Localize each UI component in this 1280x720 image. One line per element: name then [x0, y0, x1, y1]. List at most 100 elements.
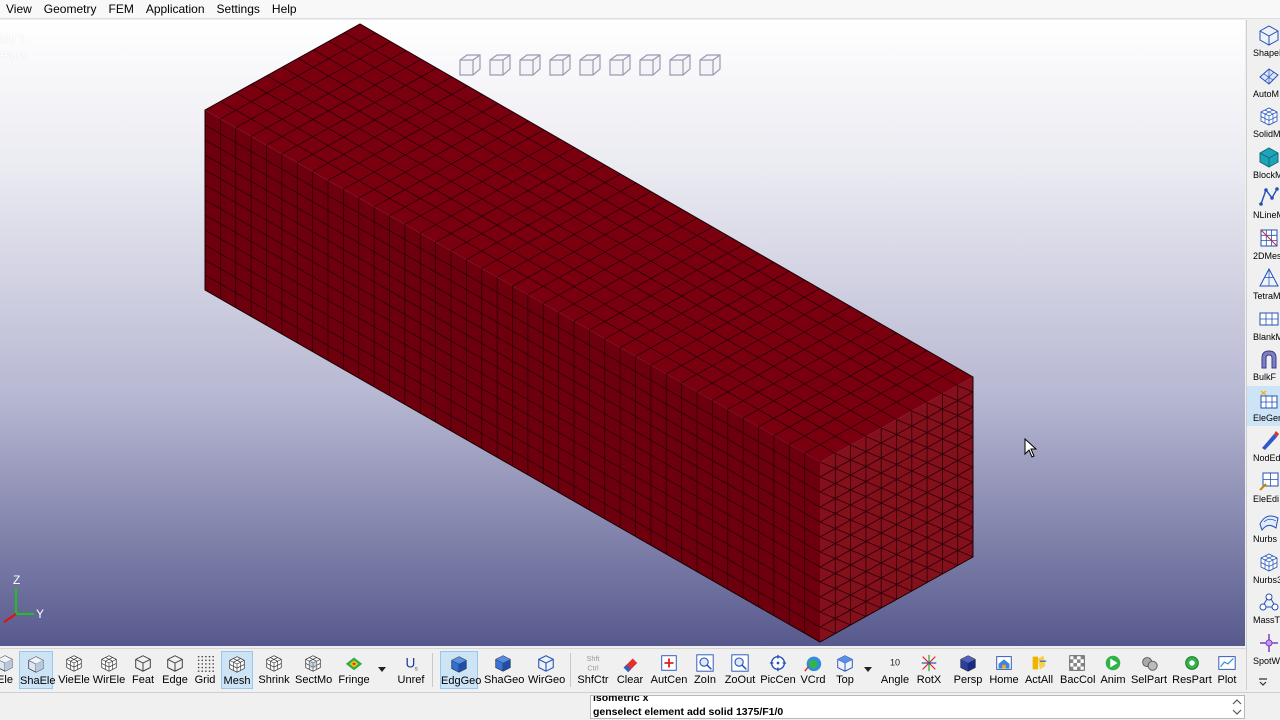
toolbar-button-respart[interactable]: ResPart [1172, 651, 1212, 689]
menu-settings[interactable]: Settings [211, 0, 266, 19]
palette-item-nlinem[interactable]: NLineM [1247, 183, 1280, 223]
toolbar-button-fringe[interactable]: Fringe [336, 651, 372, 689]
nline-mesher-icon [1259, 187, 1279, 206]
palette-item-nurbs[interactable]: Nurbs [1247, 507, 1280, 547]
toolbar-button-vcrd[interactable]: VCrd [798, 651, 828, 689]
toolbar-button-label: VieEle [58, 674, 90, 686]
view-cube-icon[interactable] [547, 52, 573, 78]
view-cube-icon[interactable] [637, 52, 663, 78]
toolbar-button-label: Grid [194, 674, 216, 686]
view-cube-icon[interactable] [577, 52, 603, 78]
top-view-icon [837, 655, 853, 672]
palette-more-icon[interactable] [1257, 676, 1269, 688]
palette-item-label: ShapeM [1253, 48, 1280, 58]
view-cube-icon[interactable] [457, 52, 483, 78]
palette-item-elegen[interactable]: EleGen [1247, 385, 1280, 426]
view-cube-icon[interactable] [607, 52, 633, 78]
palette-item-tetram[interactable]: TetraM [1247, 264, 1280, 304]
graphics-viewport[interactable]: bly 1 Parts Z Y [0, 20, 1245, 646]
palette-item-label: NodEd [1253, 453, 1280, 463]
toolbar-button-wirele[interactable]: WirEle [92, 651, 126, 689]
perspective-icon [960, 655, 976, 672]
command-history[interactable]: isometric x genselect element add solid … [590, 695, 1245, 719]
palette-item-spotw[interactable]: SpotW [1247, 629, 1280, 669]
toolbar-button-wirgeo[interactable]: WirGeo [528, 651, 565, 689]
view-cube-bar [457, 52, 723, 78]
2d-mesher-icon [1260, 229, 1278, 246]
menu-geometry[interactable]: Geometry [38, 0, 103, 19]
toolbar-button-home[interactable]: Home [989, 651, 1019, 689]
background-color-icon [1069, 655, 1085, 671]
toolbar-button-label: VCrd [800, 674, 826, 686]
toolbar-button-selpart[interactable]: SelPart [1130, 651, 1168, 689]
toolbar-button-grid[interactable]: Grid [192, 651, 218, 689]
toolbar-button-persp[interactable]: Persp [953, 651, 983, 689]
shrink-icon [266, 655, 282, 672]
palette-item-masstr[interactable]: MassTr [1247, 588, 1280, 628]
palette-item-nurbs3[interactable]: Nurbs3 [1247, 548, 1280, 588]
toolbar-button-plot[interactable]: Plot [1212, 651, 1242, 689]
toolbar-button-shaele[interactable]: ShaEle [19, 651, 55, 689]
toolbar-button-zoout[interactable]: ZoOut [723, 651, 757, 689]
view-cube-icon[interactable] [487, 52, 513, 78]
toolbar-button-label: SectMo [295, 674, 333, 686]
toolbar-button-label: ShfCtr [577, 674, 609, 686]
shaded-geometry-icon [495, 655, 511, 672]
toolbar-button-shrink[interactable]: Shrink [257, 651, 291, 689]
toolbar-button-top[interactable]: Top [832, 651, 858, 689]
palette-item-shapem[interactable]: ShapeM [1247, 21, 1280, 61]
palette-item-eleedi[interactable]: EleEdi [1247, 467, 1280, 507]
toolbar-button-label: Ele [0, 674, 13, 686]
mesh-model[interactable] [0, 20, 1245, 646]
view-cube-icon[interactable] [517, 52, 543, 78]
palette-item-bulkf[interactable]: BulkF [1247, 345, 1280, 385]
view-cube-icon[interactable] [667, 52, 693, 78]
home-icon [996, 656, 1012, 670]
toolbar-button-label: BacCol [1060, 674, 1096, 686]
element-icon [0, 655, 13, 672]
nurbs-icon [1259, 515, 1279, 532]
toolbar-button-baccol[interactable]: BacCol [1060, 651, 1096, 689]
palette-item-blockm[interactable]: BlockM [1247, 143, 1280, 183]
toolbar-button-vieele[interactable]: VieEle [57, 651, 91, 689]
toolbar-button-clear[interactable]: Clear [615, 651, 645, 689]
palette-item-autom[interactable]: AutoM [1247, 62, 1280, 102]
fringe-dropdown-icon[interactable] [376, 663, 388, 675]
palette-item-solidm[interactable]: SolidM [1247, 102, 1280, 142]
toolbar-button-anim[interactable]: Anim [1098, 651, 1128, 689]
toolbar-button-zoin[interactable]: ZoIn [690, 651, 720, 689]
blank-mesher-icon [1259, 312, 1279, 325]
toolbar-button-actall[interactable]: ActAll [1024, 651, 1054, 689]
toolbar-button-unref[interactable]: Us Unref [396, 651, 426, 689]
toolbar-button-edggeo[interactable]: EdgGeo [440, 651, 481, 689]
toolbar-button-label: ZoOut [724, 674, 756, 686]
toolbar-button-mesh[interactable]: Mesh [221, 651, 253, 689]
toolbar-button-label: Anim [1100, 674, 1126, 686]
view-dropdown-icon[interactable] [862, 663, 874, 675]
toolbar-button-ele[interactable]: Ele [0, 651, 16, 689]
toolbar-button-angle[interactable]: 10 Angle [880, 651, 910, 689]
toolbar-button-piccen[interactable]: PicCen [760, 651, 796, 689]
view-cube-icon[interactable] [697, 52, 723, 78]
command-scroll-icon[interactable] [1229, 695, 1245, 719]
menu-view[interactable]: View [0, 0, 38, 19]
palette-item-label: EleEdi [1253, 493, 1280, 504]
toolbar-button-shfctr[interactable]: Shft Ctrl ShfCtr [576, 651, 610, 689]
toolbar-button-autcen[interactable]: AutCen [650, 651, 688, 689]
toolbar-button-rotx[interactable]: RotX [913, 651, 945, 689]
toolbar-button-shageo[interactable]: ShaGeo [484, 651, 524, 689]
menu-fem[interactable]: FEM [102, 0, 139, 19]
palette-item-blankm[interactable]: BlankM [1247, 305, 1280, 345]
svg-text:Ctrl: Ctrl [587, 663, 599, 672]
palette-item-noded[interactable]: NodEd [1247, 426, 1280, 466]
toolbar-button-edge[interactable]: Edge [160, 651, 190, 689]
menu-application[interactable]: Application [140, 0, 211, 19]
fringe-icon [345, 657, 363, 671]
palette-item-2dmes[interactable]: 2DMes [1247, 224, 1280, 264]
toolbar-button-sectmo[interactable]: SectMo [295, 651, 333, 689]
view-coordinates-icon [804, 656, 822, 672]
svg-text:s: s [415, 665, 418, 672]
edge-geometry-icon [451, 656, 467, 673]
menu-help[interactable]: Help [266, 0, 303, 19]
toolbar-button-feat[interactable]: Feat [128, 651, 158, 689]
